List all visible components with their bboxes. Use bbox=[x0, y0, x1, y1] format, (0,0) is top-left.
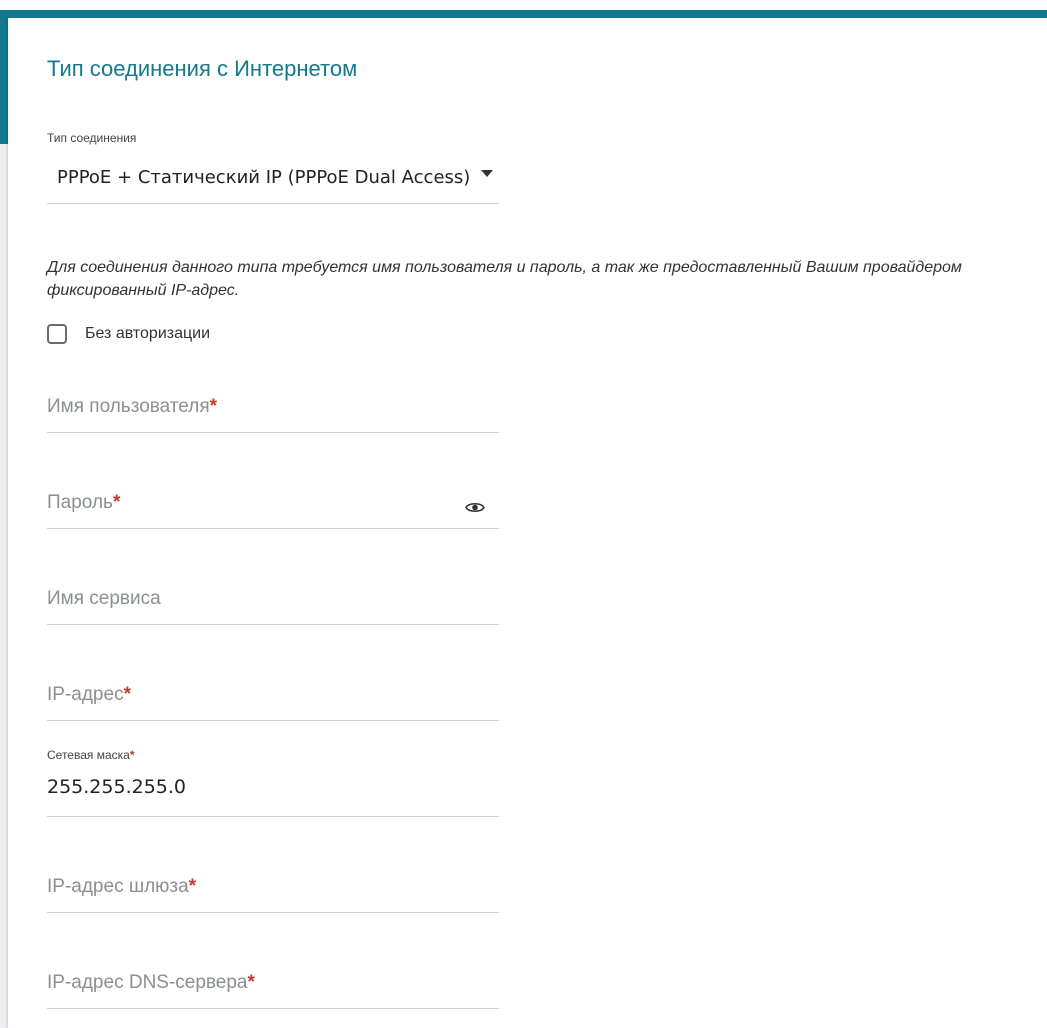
required-mark: * bbox=[112, 492, 121, 513]
gateway-field[interactable]: IP-адрес шлюза* bbox=[47, 860, 499, 913]
page-title: Тип соединения с Интернетом bbox=[47, 56, 358, 81]
no-auth-label: Без авторизации bbox=[85, 325, 211, 342]
required-mark: * bbox=[247, 972, 255, 993]
dns-field[interactable]: IP-адрес DNS-сервера* bbox=[47, 956, 499, 1009]
gateway-placeholder: IP-адрес шлюза* bbox=[47, 876, 197, 897]
connection-type-note: Для соединения данного типа требуется им… bbox=[47, 259, 962, 299]
required-mark: * bbox=[129, 748, 135, 762]
password-placeholder: Пароль* bbox=[47, 492, 121, 513]
no-auth-checkbox[interactable] bbox=[47, 324, 67, 344]
username-placeholder: Имя пользователя* bbox=[47, 396, 218, 417]
username-field[interactable]: Имя пользователя* bbox=[47, 380, 499, 433]
connection-type-select[interactable]: Тип соединения PPPoE + Статический IP (P… bbox=[47, 131, 499, 204]
service-name-placeholder: Имя сервиса bbox=[47, 588, 161, 609]
ip-address-placeholder: IP-адрес* bbox=[47, 684, 131, 705]
caret-down-icon[interactable] bbox=[481, 170, 493, 177]
top-whitespace bbox=[0, 0, 1047, 10]
connection-type-value: PPPoE + Статический IP (PPPoE Dual Acces… bbox=[57, 167, 471, 188]
service-name-field[interactable]: Имя сервиса bbox=[47, 572, 499, 625]
netmask-field[interactable]: Сетевая маска* 255.255.255.0 bbox=[47, 748, 499, 817]
required-mark: * bbox=[123, 684, 131, 705]
ip-address-field[interactable]: IP-адрес* bbox=[47, 668, 499, 721]
no-auth-option[interactable]: Без авторизации bbox=[47, 322, 210, 346]
connection-type-label: Тип соединения bbox=[47, 131, 137, 145]
required-mark: * bbox=[209, 396, 218, 417]
eye-icon[interactable] bbox=[465, 501, 485, 514]
accent-bar bbox=[0, 10, 1047, 18]
dns-placeholder: IP-адрес DNS-сервера* bbox=[47, 972, 255, 993]
password-field[interactable]: Пароль* bbox=[47, 476, 499, 529]
netmask-label: Сетевая маска* bbox=[47, 748, 135, 762]
connection-settings-card: Тип соединения с Интернетом Тип соединен… bbox=[8, 18, 1047, 1028]
required-mark: * bbox=[188, 876, 197, 897]
active-section-indicator bbox=[0, 10, 8, 144]
netmask-value: 255.255.255.0 bbox=[47, 776, 187, 798]
